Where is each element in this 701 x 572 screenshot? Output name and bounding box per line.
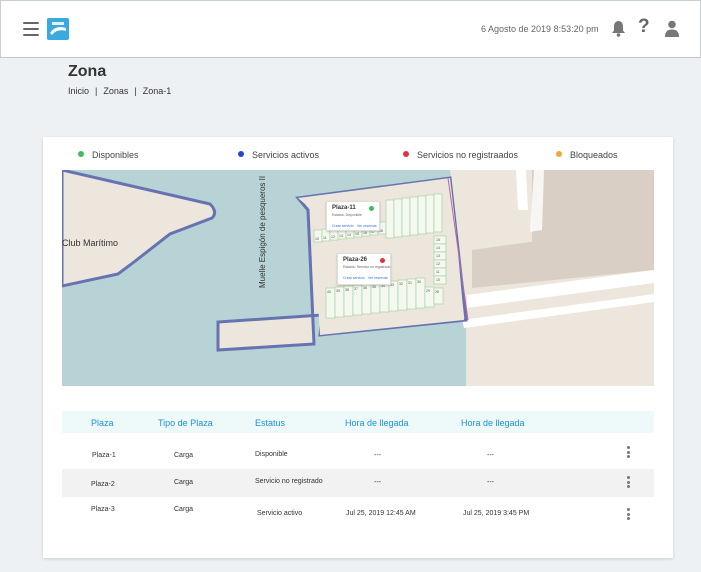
svg-text:39: 39 [336,289,340,293]
col-hora-llegada-2[interactable]: Hora de llegada [461,418,525,428]
col-tipo-plaza[interactable]: Tipo de Plaza [158,418,213,428]
red-dot-icon [403,151,409,157]
svg-text:13: 13 [339,234,343,238]
menu-icon[interactable] [23,22,39,36]
svg-text:14: 14 [436,246,440,250]
svg-text:12: 12 [436,262,440,266]
green-dot-icon [78,151,84,157]
legend-servicios-activos: Servicios activos [238,150,319,160]
breadcrumb-inicio[interactable]: Inicio [68,86,89,96]
orange-dot-icon [556,151,562,157]
blue-dot-icon [238,151,244,157]
svg-text:13: 13 [436,254,440,258]
table-header: Plaza Tipo de Plaza Estatus Hora de lleg… [62,411,654,433]
svg-text:28: 28 [435,290,439,294]
breadcrumb-zonas[interactable]: Zonas [103,86,128,96]
col-estatus[interactable]: Estatus [255,418,285,428]
help-icon[interactable]: ? [638,16,650,38]
muelle-label: Muelle Espigón de pesqueros II [258,175,267,288]
zone-map[interactable]: 10 11 12 13 14 15 16 17 18 15 14 13 12 11 10 40 39 3… [62,170,654,386]
table-row[interactable]: Plaza-1 Carga Disponible --- --- [62,441,654,469]
bell-icon[interactable] [611,20,626,37]
popup-ver-reservas-link[interactable]: Ver reservas [357,224,377,228]
legend-bloqueados: Bloqueados [556,150,618,160]
page-title: Zona [68,63,107,80]
svg-text:38: 38 [345,288,349,292]
legend-disponibles: Disponibles [78,150,139,160]
svg-text:40: 40 [327,290,331,294]
table-row[interactable]: Plaza-2 Carga Servicio no registrado ---… [62,469,654,497]
popup-crear-servicio-link[interactable]: Crear servicio [332,224,354,228]
row-menu-icon[interactable] [627,476,631,490]
svg-text:36: 36 [363,286,367,290]
svg-text:12: 12 [331,235,335,239]
svg-text:10: 10 [436,278,440,282]
svg-text:11: 11 [323,236,327,240]
svg-text:15: 15 [436,238,440,242]
svg-text:29: 29 [426,289,430,293]
col-hora-llegada[interactable]: Hora de llegada [345,418,409,428]
user-icon[interactable] [665,20,679,37]
legend-no-registrados: Servicios no registraados [403,150,518,160]
svg-text:31: 31 [408,281,412,285]
breadcrumb-zona: Zona-1 [142,86,172,96]
breadcrumb: Inicio | Zonas | Zona-1 [68,86,172,96]
row-menu-icon[interactable] [627,508,631,522]
svg-text:30: 30 [417,280,421,284]
table-row[interactable]: Plaza-3 Carga Servicio activo Jul 25, 20… [62,501,654,529]
popup-ver-reservas-link[interactable]: Ver reservas [368,276,388,280]
svg-text:11: 11 [436,270,440,274]
svg-text:35: 35 [372,285,376,289]
green-dot-icon [369,206,374,211]
popup-crear-servicio-link[interactable]: Crear servicio [343,276,365,280]
club-maritimo-label: Club Marítimo [62,238,119,248]
svg-text:32: 32 [399,282,403,286]
svg-text:16: 16 [363,231,367,235]
svg-text:37: 37 [354,287,358,291]
svg-text:10: 10 [315,237,319,241]
popup-plaza-11[interactable]: Plaza-11 Estatus: Disponible Crear servi… [326,201,380,231]
svg-text:14: 14 [347,233,351,237]
logo [47,18,69,40]
popup-plaza-26[interactable]: Plaza-26 Estatus: Servicio no registrado… [337,253,391,285]
red-dot-icon [380,258,385,263]
top-bar: 6 Agosto de 2019 8:53:20 pm ? [0,0,701,58]
col-plaza[interactable]: Plaza [91,418,114,428]
datetime: 6 Agosto de 2019 8:53:20 pm [481,24,599,34]
row-menu-icon[interactable] [627,446,631,460]
svg-text:15: 15 [355,232,359,236]
zone-card: Disponibles Servicios activos Servicios … [43,137,673,558]
